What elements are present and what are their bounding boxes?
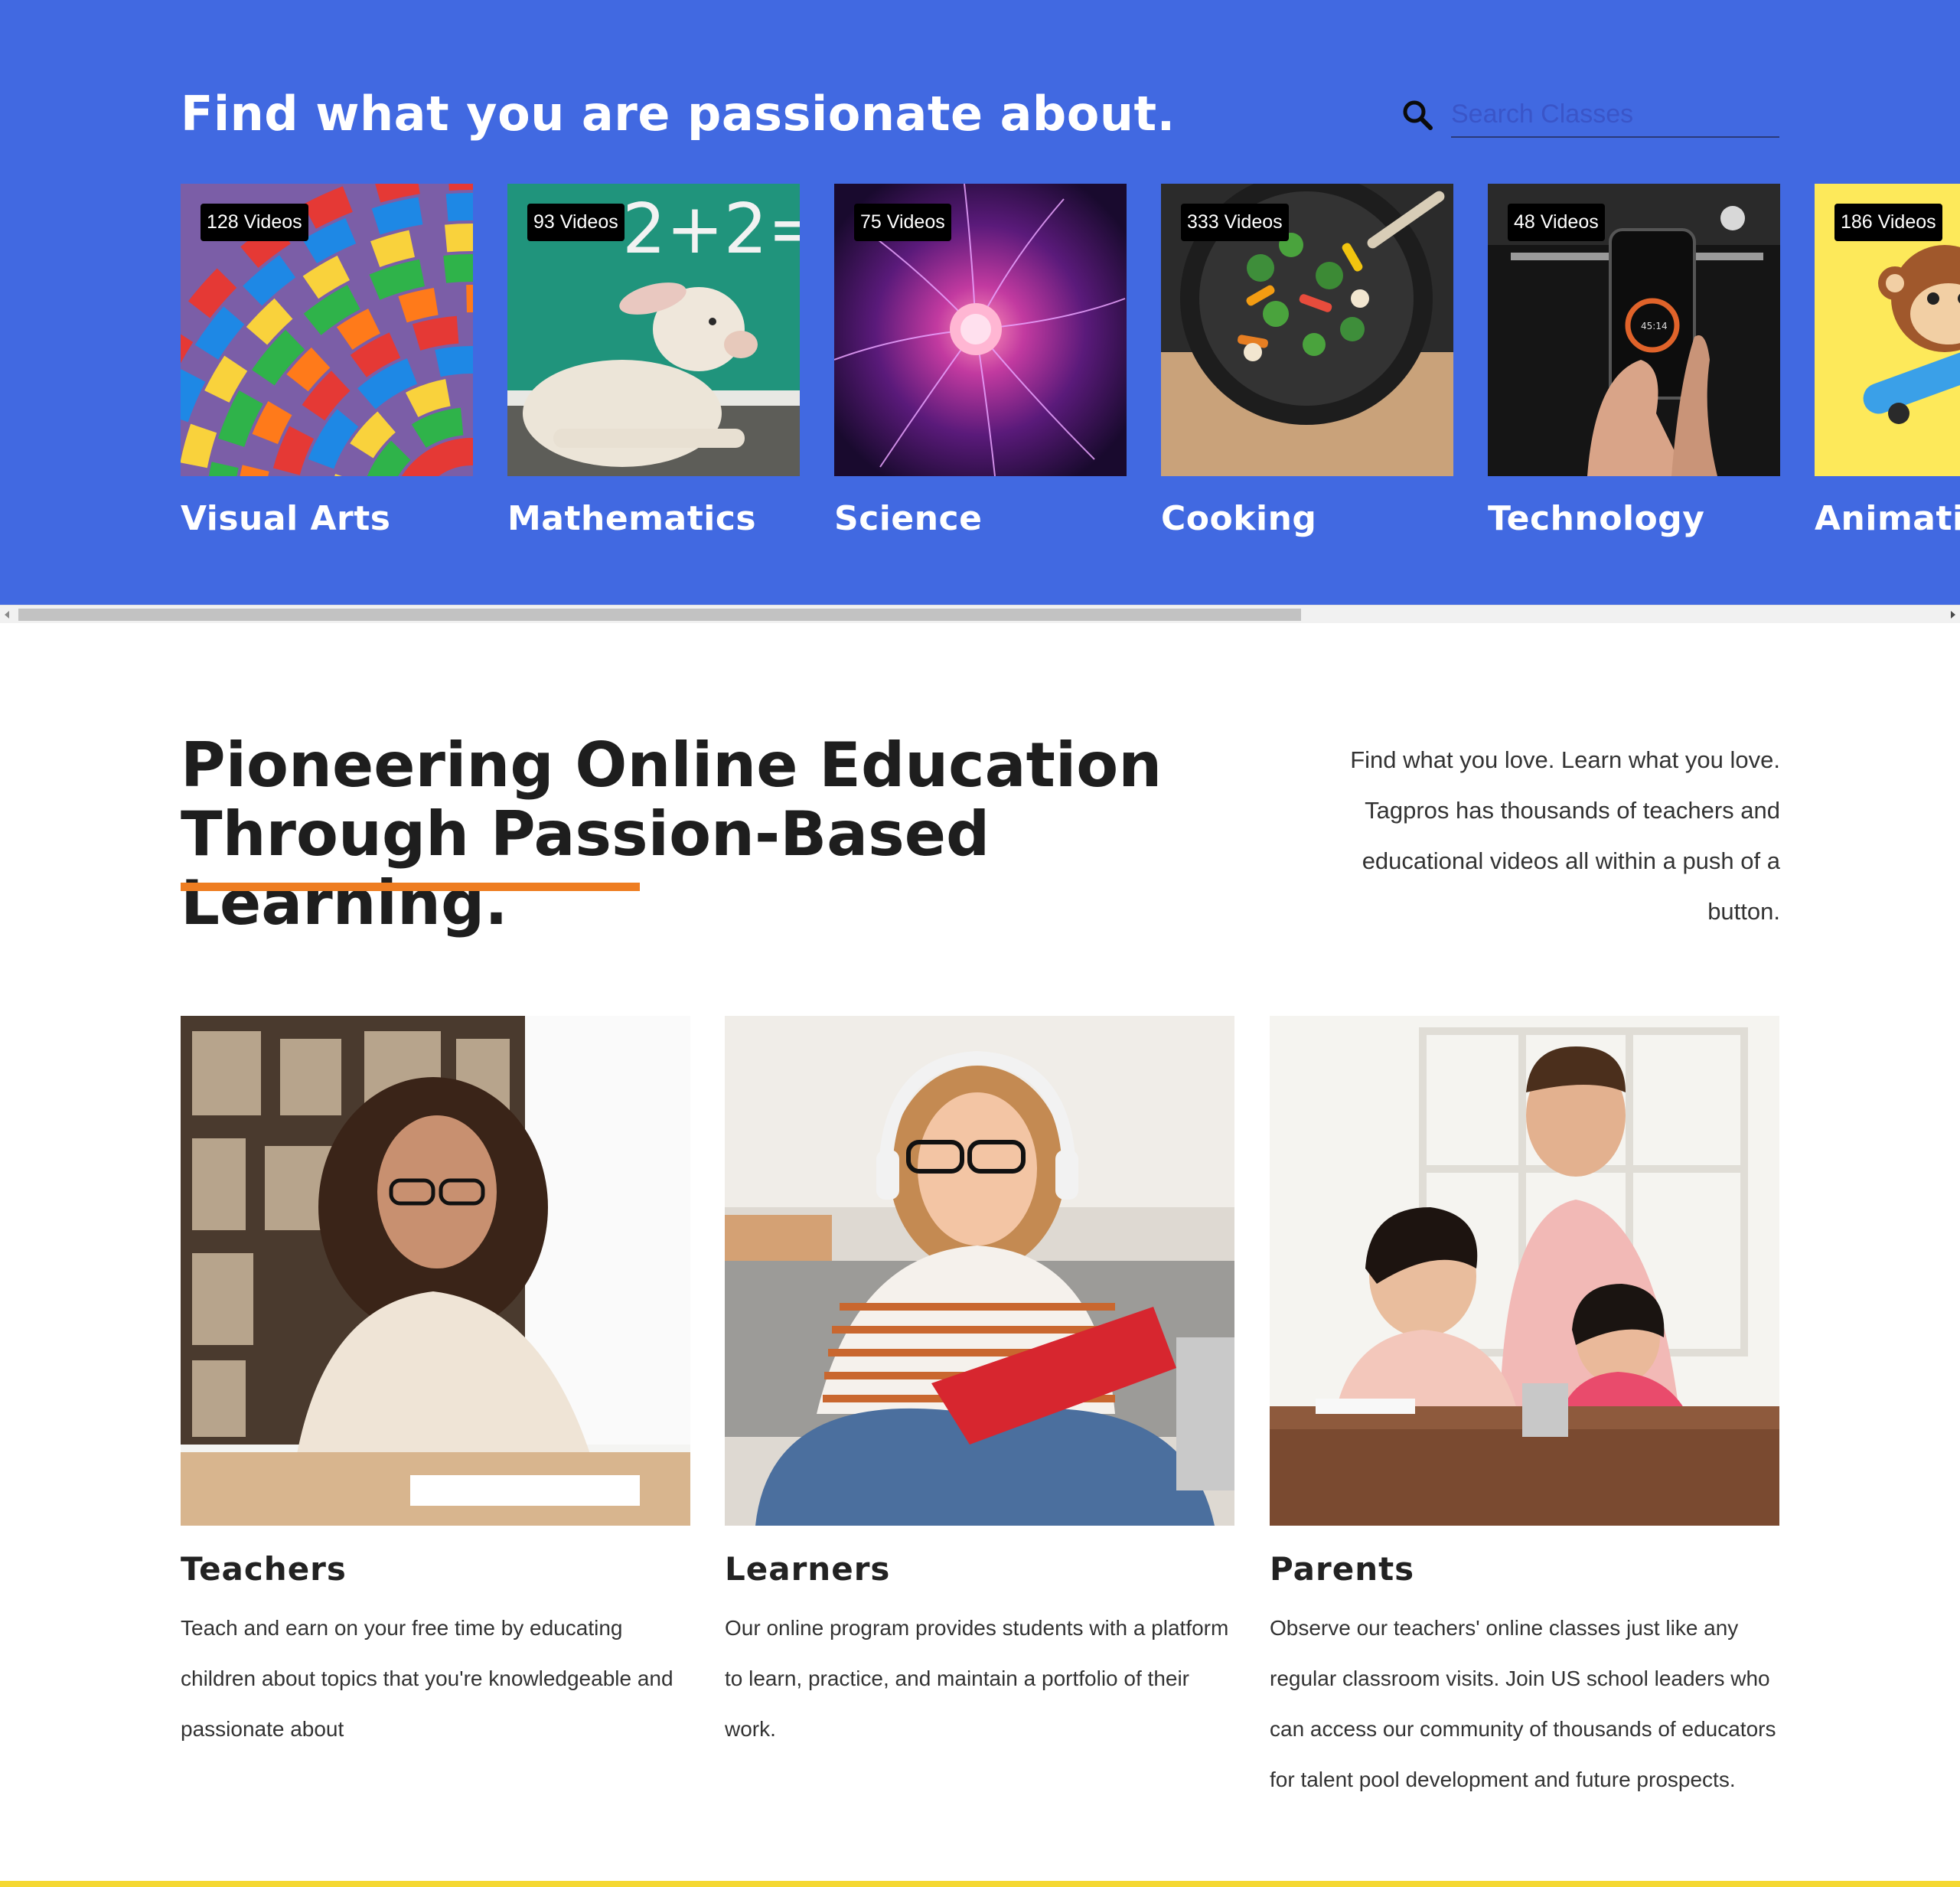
svg-text:45:14: 45:14	[1641, 321, 1668, 331]
category-label[interactable]: Science	[834, 499, 1127, 538]
card-title: Learners	[725, 1550, 891, 1588]
video-count-badge: 128 Videos	[201, 204, 308, 241]
category-card-science[interactable]: 75 Videos Science	[834, 184, 1127, 538]
category-label[interactable]: Visual Arts	[181, 499, 473, 538]
technology-image[interactable]: 45:14 48 Videos	[1488, 184, 1780, 476]
animation-image[interactable]: 186 Videos	[1815, 184, 1960, 476]
category-card-mathematics[interactable]: 2+2= 93 Videos Mathematics	[507, 184, 800, 538]
audience-card-teachers: Teachers Teach and earn on your free tim…	[181, 1016, 690, 1755]
hero-title: Find what you are passionate about.	[181, 86, 1176, 142]
search-icon[interactable]	[1401, 98, 1434, 132]
scroll-left-arrow-icon[interactable]	[5, 611, 9, 619]
category-label[interactable]: Cooking	[1161, 499, 1453, 538]
audience-card-parents: Parents Observe our teachers' online cla…	[1270, 1016, 1779, 1805]
science-image[interactable]: 75 Videos	[834, 184, 1127, 476]
teachers-image	[181, 1016, 690, 1526]
video-count-badge: 186 Videos	[1834, 204, 1942, 241]
cooking-image[interactable]: 333 Videos	[1161, 184, 1453, 476]
footer-accent-band	[0, 1881, 1960, 1887]
mathematics-image[interactable]: 2+2= 93 Videos	[507, 184, 800, 476]
card-title: Parents	[1270, 1550, 1415, 1588]
headline-accent-rule	[181, 883, 640, 891]
card-text: Observe our teachers' online classes jus…	[1270, 1616, 1776, 1791]
card-title: Teachers	[181, 1550, 347, 1588]
video-count-badge: 75 Videos	[854, 204, 951, 241]
category-label[interactable]: Technology	[1488, 499, 1780, 538]
video-count-badge: 333 Videos	[1181, 204, 1289, 241]
category-card-technology[interactable]: 45:14 48 Videos Technology	[1488, 184, 1780, 538]
parents-image	[1270, 1016, 1779, 1526]
video-count-badge: 93 Videos	[527, 204, 625, 241]
svg-text:2+2=: 2+2=	[622, 189, 800, 269]
category-card-cooking[interactable]: 333 Videos Cooking	[1161, 184, 1453, 538]
intro-headline: Pioneering Online Education Through Pass…	[181, 731, 1313, 938]
visual-arts-image[interactable]: 128 Videos	[181, 184, 473, 476]
learners-image	[725, 1016, 1234, 1526]
category-label[interactable]: Animation	[1815, 499, 1960, 538]
headline-line-1: Pioneering Online Education	[181, 730, 1163, 801]
card-text: Our online program provides students wit…	[725, 1616, 1229, 1741]
video-count-badge: 48 Videos	[1508, 204, 1605, 241]
horizontal-scrollbar[interactable]	[0, 605, 1960, 623]
scroll-right-arrow-icon[interactable]	[1951, 611, 1955, 619]
category-label[interactable]: Mathematics	[507, 499, 800, 538]
headline-line-2: Through Passion-Based Learning.	[181, 798, 990, 939]
search-input[interactable]	[1451, 92, 1779, 138]
category-card-visual-arts[interactable]: 128 Videos Visual Arts	[181, 184, 473, 538]
intro-paragraph: Find what you love. Learn what you love.…	[1350, 746, 1780, 925]
category-card-animation[interactable]: 186 Videos Animation	[1815, 184, 1960, 538]
scrollbar-thumb[interactable]	[18, 609, 1301, 621]
audience-card-learners: Learners Our online program provides stu…	[725, 1016, 1234, 1755]
card-text: Teach and earn on your free time by educ…	[181, 1616, 673, 1741]
category-hero: Find what you are passionate about. Sear…	[0, 0, 1960, 605]
search-bar	[1401, 92, 1779, 139]
